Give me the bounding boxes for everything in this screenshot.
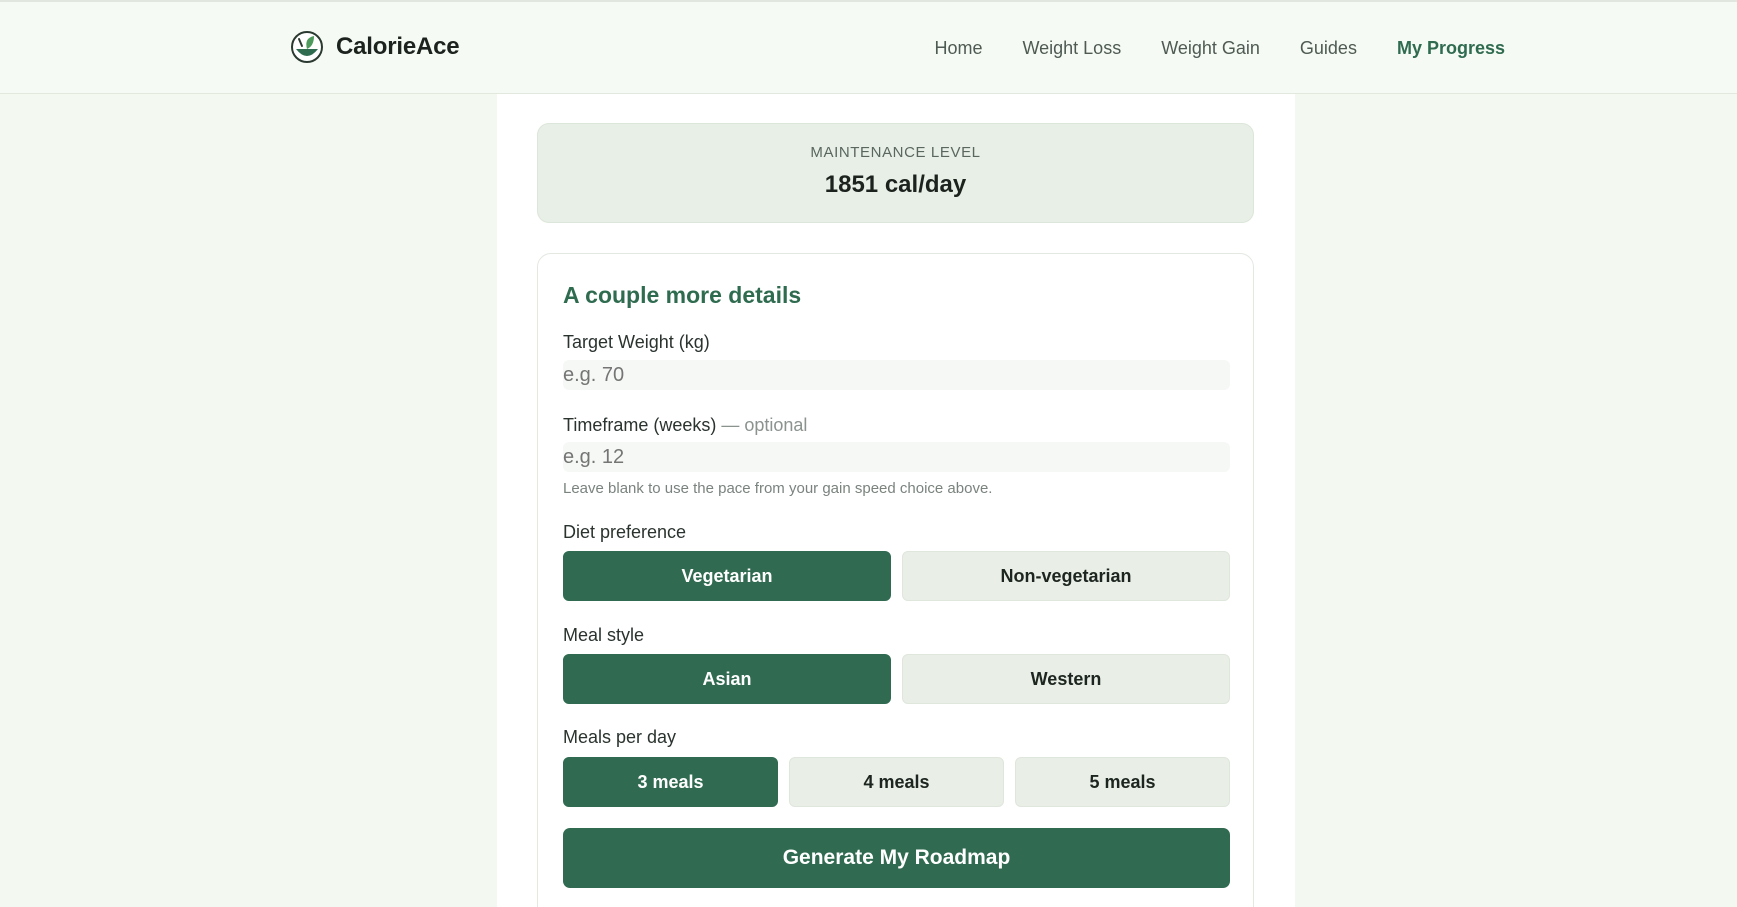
timeframe-input[interactable] xyxy=(563,442,1230,472)
meal-style-option-western[interactable]: Western xyxy=(902,654,1230,704)
nav-home[interactable]: Home xyxy=(934,38,982,59)
maintenance-label: MAINTENANCE LEVEL xyxy=(810,144,981,161)
meal-style-toggle: Asian Western xyxy=(563,654,1230,704)
brand-name: CalorieAce xyxy=(336,33,460,60)
nav-weight-loss[interactable]: Weight Loss xyxy=(1022,38,1121,59)
target-weight-label: Target Weight (kg) xyxy=(563,332,710,352)
timeframe-help-text: Leave blank to use the pace from your ga… xyxy=(563,480,993,497)
nav-guides[interactable]: Guides xyxy=(1300,38,1357,59)
diet-option-vegetarian[interactable]: Vegetarian xyxy=(563,551,891,601)
main-nav: Home Weight Loss Weight Gain Guides My P… xyxy=(934,38,1505,59)
site-header: CalorieAce Home Weight Loss Weight Gain … xyxy=(0,2,1737,94)
timeframe-label: Timeframe (weeks) — optional xyxy=(563,415,1230,436)
timeframe-optional-hint: — optional xyxy=(716,415,808,435)
details-card: A couple more details Target Weight (kg)… xyxy=(537,253,1254,907)
maintenance-value: 1851 cal/day xyxy=(824,171,967,198)
nav-my-progress[interactable]: My Progress xyxy=(1397,38,1505,59)
meals-option-3[interactable]: 3 meals xyxy=(563,757,778,807)
diet-preference-toggle: Vegetarian Non-vegetarian xyxy=(563,551,1230,601)
maintenance-card: MAINTENANCE LEVEL 1851 cal/day xyxy=(537,123,1254,223)
diet-preference-label: Diet preference xyxy=(563,522,687,542)
brand[interactable]: CalorieAce xyxy=(290,30,460,64)
timeframe-label-text: Timeframe (weeks) xyxy=(563,415,717,435)
meals-option-4[interactable]: 4 meals xyxy=(789,757,1004,807)
generate-roadmap-button[interactable]: Generate My Roadmap xyxy=(563,828,1230,888)
leaf-bowl-icon xyxy=(291,31,323,63)
diet-option-non-vegetarian[interactable]: Non-vegetarian xyxy=(902,551,1230,601)
meals-per-day-label: Meals per day xyxy=(563,727,677,747)
nav-weight-gain[interactable]: Weight Gain xyxy=(1161,38,1260,59)
details-title: A couple more details xyxy=(563,282,802,308)
meal-style-option-asian[interactable]: Asian xyxy=(563,654,891,704)
meals-per-day-toggle: 3 meals 4 meals 5 meals xyxy=(563,757,1230,807)
target-weight-input[interactable] xyxy=(563,360,1230,390)
calculator-panel: MAINTENANCE LEVEL 1851 cal/day A couple … xyxy=(497,94,1295,907)
meals-option-5[interactable]: 5 meals xyxy=(1015,757,1230,807)
meal-style-label: Meal style xyxy=(563,625,645,645)
